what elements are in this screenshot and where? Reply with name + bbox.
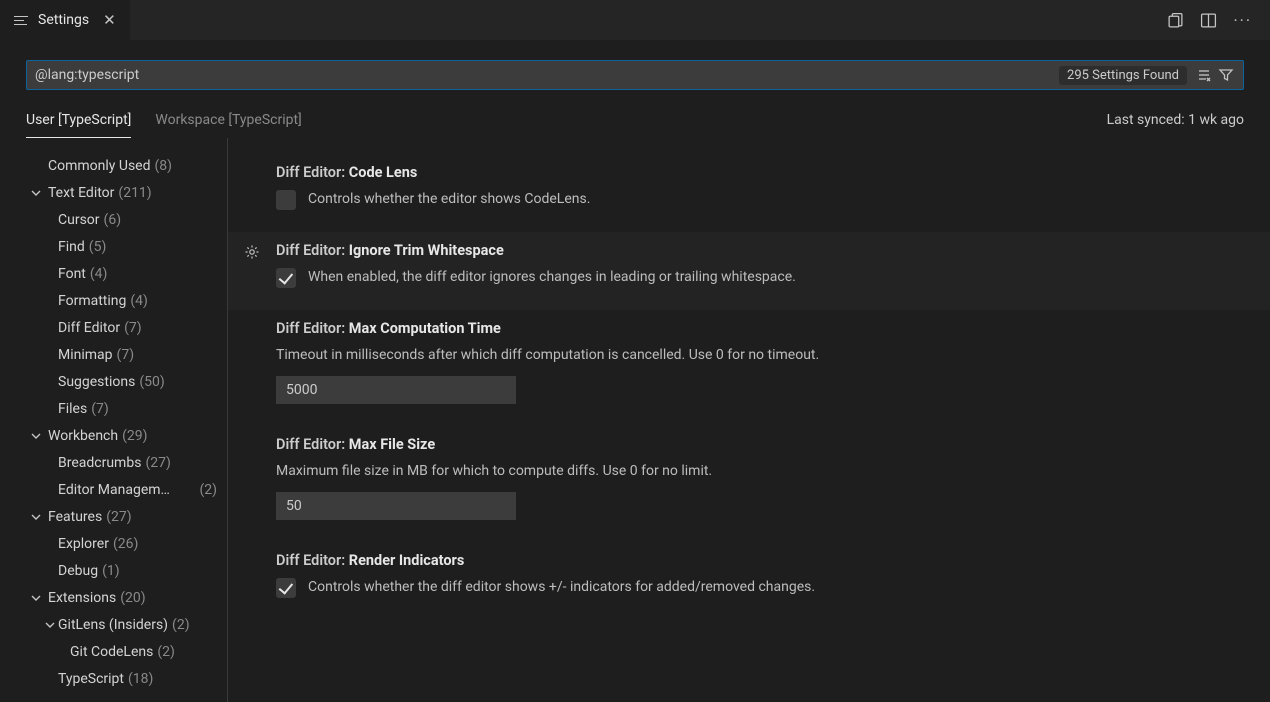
more-actions-icon[interactable]: ··· <box>1233 11 1252 30</box>
tab-settings[interactable]: Settings ✕ <box>0 0 130 40</box>
setting-description: Timeout in milliseconds after which diff… <box>276 345 1240 366</box>
tree-gitlens[interactable]: GitLens (Insiders)(2) <box>0 611 227 638</box>
tab-title: Settings <box>38 12 89 28</box>
setting-description: Controls whether the editor shows CodeLe… <box>308 189 590 210</box>
gear-icon[interactable] <box>244 244 260 260</box>
setting-title: Diff Editor: Render Indicators <box>276 552 1240 569</box>
settings-tree: Commonly Used (8) Text Editor (211) Curs… <box>0 138 228 702</box>
setting-diffeditor-ignore-trim-whitespace: Diff Editor: Ignore Trim Whitespace When… <box>228 232 1270 310</box>
filter-icon[interactable] <box>1215 64 1237 86</box>
tree-minimap[interactable]: Minimap(7) <box>0 341 227 368</box>
settings-found-count: 295 Settings Found <box>1059 66 1187 85</box>
tree-workbench[interactable]: Workbench(29) <box>0 422 227 449</box>
title-actions: ··· <box>1167 0 1262 40</box>
tree-find[interactable]: Find(5) <box>0 233 227 260</box>
setting-title: Diff Editor: Ignore Trim Whitespace <box>276 242 1240 259</box>
tree-commonly-used[interactable]: Commonly Used (8) <box>0 152 227 179</box>
setting-diffeditor-max-file-size: Diff Editor: Max File Size Maximum file … <box>228 426 1270 542</box>
tree-cursor[interactable]: Cursor(6) <box>0 206 227 233</box>
chevron-down-icon <box>28 430 44 442</box>
number-input[interactable] <box>276 492 516 520</box>
tree-breadcrumbs[interactable]: Breadcrumbs(27) <box>0 449 227 476</box>
setting-diffeditor-render-indicators: Diff Editor: Render Indicators Controls … <box>228 542 1270 620</box>
scope-tab-user[interactable]: User [TypeScript] <box>26 104 131 138</box>
tree-typescript[interactable]: TypeScript(18) <box>0 665 227 692</box>
tree-git-codelens[interactable]: Git CodeLens(2) <box>0 638 227 665</box>
tree-text-editor[interactable]: Text Editor (211) <box>0 179 227 206</box>
setting-description: Maximum file size in MB for which to com… <box>276 461 1240 482</box>
setting-diffeditor-max-computation-time: Diff Editor: Max Computation Time Timeou… <box>228 310 1270 426</box>
tree-extensions[interactable]: Extensions(20) <box>0 584 227 611</box>
tree-diff-editor[interactable]: Diff Editor(7) <box>0 314 227 341</box>
settings-icon <box>14 16 30 25</box>
tree-features[interactable]: Features(27) <box>0 503 227 530</box>
chevron-down-icon <box>28 187 44 199</box>
setting-description: Controls whether the diff editor shows +… <box>308 577 815 598</box>
sync-status: Last synced: 1 wk ago <box>1107 112 1244 137</box>
chevron-down-icon <box>42 619 58 631</box>
tree-formatting[interactable]: Formatting(4) <box>0 287 227 314</box>
tree-debug[interactable]: Debug(1) <box>0 557 227 584</box>
settings-search-row: 295 Settings Found <box>0 40 1270 104</box>
tree-suggestions[interactable]: Suggestions(50) <box>0 368 227 395</box>
chevron-down-icon <box>28 592 44 604</box>
checkbox[interactable] <box>276 190 296 210</box>
setting-diffeditor-codelens: Diff Editor: Code Lens Controls whether … <box>228 154 1270 232</box>
split-editor-icon[interactable] <box>1200 12 1217 29</box>
setting-title: Diff Editor: Max File Size <box>276 436 1240 453</box>
open-settings-json-icon[interactable] <box>1167 12 1184 29</box>
setting-title: Diff Editor: Code Lens <box>276 164 1240 181</box>
tree-font[interactable]: Font(4) <box>0 260 227 287</box>
tree-editor-management[interactable]: Editor Managem…(2) <box>0 476 227 503</box>
number-input[interactable] <box>276 376 516 404</box>
tree-explorer[interactable]: Explorer(26) <box>0 530 227 557</box>
setting-description: When enabled, the diff editor ignores ch… <box>308 267 796 288</box>
chevron-down-icon <box>28 511 44 523</box>
scope-tab-workspace[interactable]: Workspace [TypeScript] <box>155 104 301 137</box>
editor-tabbar: Settings ✕ ··· <box>0 0 1270 40</box>
settings-scope-tabs: User [TypeScript] Workspace [TypeScript]… <box>0 104 1270 138</box>
setting-title: Diff Editor: Max Computation Time <box>276 320 1240 337</box>
clear-search-icon[interactable] <box>1193 64 1215 86</box>
settings-search-input[interactable] <box>35 67 1059 83</box>
tree-files[interactable]: Files(7) <box>0 395 227 422</box>
checkbox[interactable] <box>276 578 296 598</box>
close-icon[interactable]: ✕ <box>103 11 116 29</box>
settings-search-box: 295 Settings Found <box>26 60 1244 90</box>
checkbox[interactable] <box>276 268 296 288</box>
settings-list: Diff Editor: Code Lens Controls whether … <box>228 138 1270 702</box>
